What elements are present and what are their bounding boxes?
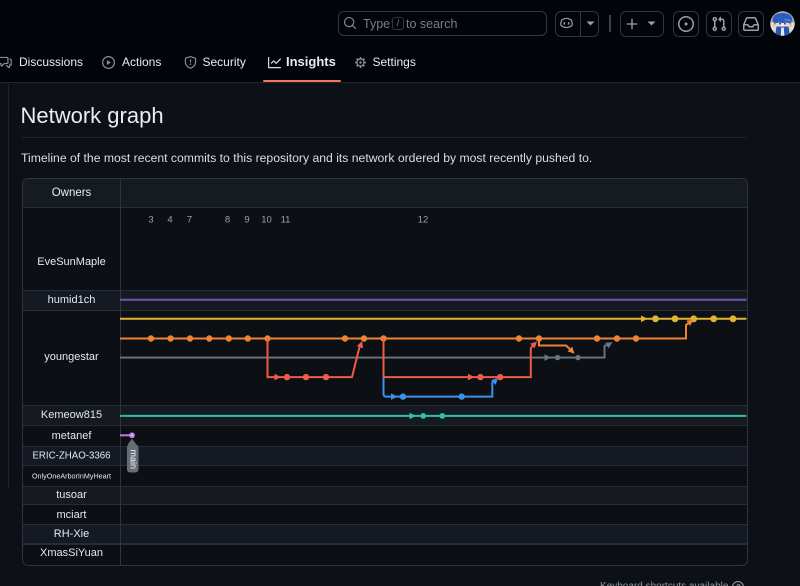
svg-text:main: main <box>128 450 138 470</box>
